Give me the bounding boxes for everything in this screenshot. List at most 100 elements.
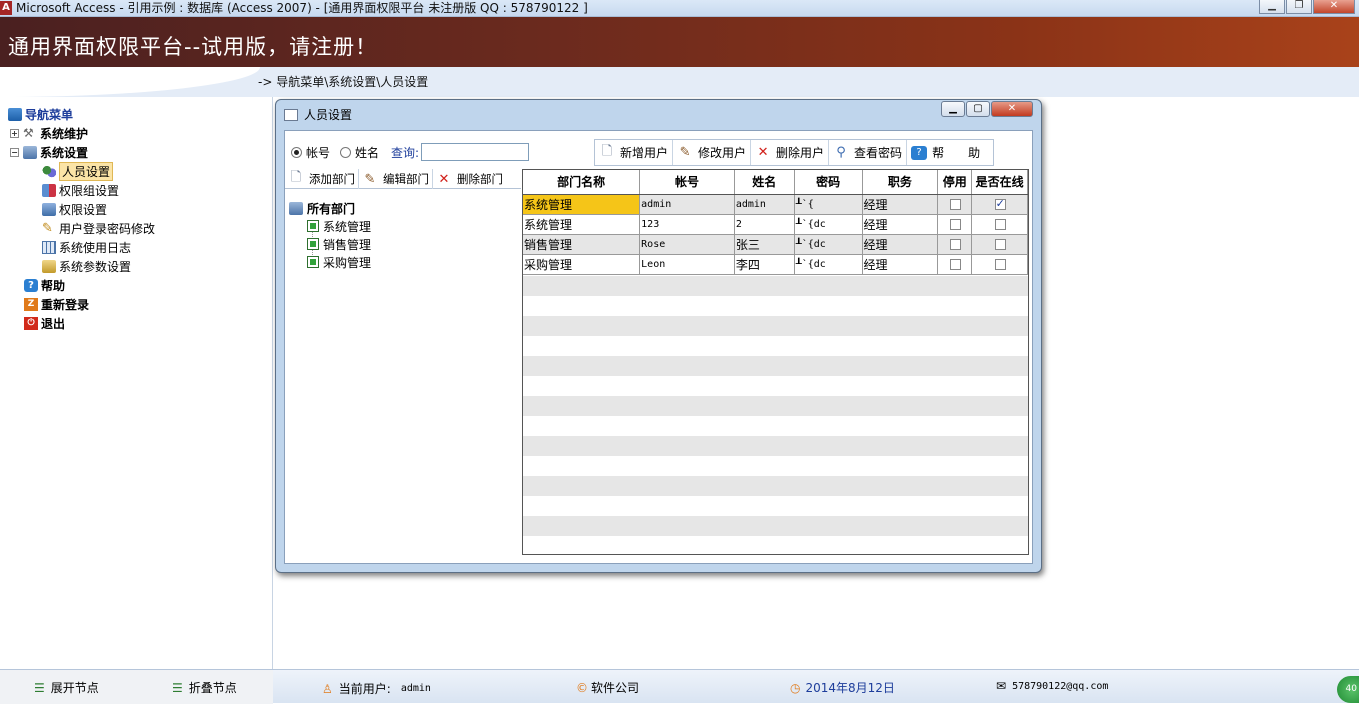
expand-nodes-button[interactable]: ☰ 展开节点 bbox=[34, 679, 99, 696]
tree-node-system[interactable]: 系统管理 bbox=[307, 217, 371, 235]
view-password-button[interactable]: ⚲ 查看密码 bbox=[829, 140, 908, 165]
tree-node-label: 销售管理 bbox=[323, 237, 372, 252]
cell-password[interactable]: ┸`{dc bbox=[794, 254, 863, 275]
nav-item-user-settings[interactable]: 人员设置 bbox=[42, 161, 114, 181]
cell-name[interactable]: 李四 bbox=[734, 254, 795, 275]
query-input[interactable] bbox=[421, 143, 530, 161]
dialog-minimize-button[interactable]: ▁ bbox=[941, 101, 965, 117]
table-row[interactable]: 销售管理 Rose 张三 ┸`{dc 经理 bbox=[523, 234, 1028, 255]
disabled-checkbox[interactable] bbox=[949, 219, 961, 230]
nav-item-usage-log[interactable]: 系统使用日志 bbox=[42, 238, 131, 256]
cell-title[interactable]: 经理 bbox=[862, 254, 939, 275]
table-row[interactable]: 采购管理 Leon 李四 ┸`{dc 经理 bbox=[523, 254, 1028, 275]
users-grid[interactable]: 部门名称 帐号 姓名 密码 职务 停用 是否在线 系统管理 admin admi… bbox=[522, 169, 1029, 555]
cell-title[interactable]: 经理 bbox=[862, 234, 939, 255]
edit-user-label: 修改用户 bbox=[698, 146, 747, 160]
minimize-button[interactable]: ▁ bbox=[1259, 0, 1285, 14]
online-checkbox[interactable] bbox=[994, 259, 1006, 270]
access-app-icon[interactable]: A bbox=[0, 1, 12, 15]
cell-dept[interactable]: 采购管理 bbox=[523, 254, 641, 275]
add-user-label: 新增用户 bbox=[620, 146, 669, 160]
cell-account[interactable]: admin bbox=[639, 194, 735, 215]
cell-name[interactable]: admin bbox=[734, 194, 795, 215]
table-row[interactable]: 系统管理 admin admin ┸`{ 经理 bbox=[523, 194, 1028, 215]
cell-title[interactable]: 经理 bbox=[862, 194, 939, 215]
column-header[interactable]: 密码 bbox=[794, 170, 863, 195]
pencil-icon: ✎ bbox=[42, 220, 53, 236]
cell-account[interactable]: 123 bbox=[639, 214, 735, 235]
cell-password[interactable]: ┸`{dc bbox=[794, 214, 863, 235]
cell-dept[interactable]: 系统管理 bbox=[523, 194, 641, 215]
cell-online bbox=[971, 194, 1028, 215]
cell-account[interactable]: Leon bbox=[639, 254, 735, 275]
new-document-icon: 🗋 bbox=[290, 170, 302, 185]
dialog-maximize-button[interactable]: ▢ bbox=[966, 101, 990, 117]
column-header[interactable]: 职务 bbox=[862, 170, 939, 195]
cell-dept[interactable]: 系统管理 bbox=[523, 214, 641, 235]
tree-node-sales[interactable]: 销售管理 bbox=[307, 235, 371, 253]
column-header[interactable]: 是否在线 bbox=[971, 170, 1028, 195]
cell-name[interactable]: 2 bbox=[734, 214, 795, 235]
nav-item-permission[interactable]: 权限设置 bbox=[42, 200, 107, 218]
database-icon bbox=[8, 107, 22, 121]
nav-item-help[interactable]: ? 帮助 bbox=[24, 276, 65, 294]
radio-name[interactable] bbox=[340, 146, 352, 158]
collapse-nodes-button[interactable]: ☰ 折叠节点 bbox=[172, 679, 237, 696]
nav-item-exit[interactable]: ⏻ 退出 bbox=[24, 314, 65, 332]
user-settings-dialog: 人员设置 ▁ ▢ ✕ 帐号 姓名 查询: 🗋 新增用户 ✎ 修改用户 ✕ 删除用… bbox=[275, 99, 1042, 573]
table-row[interactable]: 系统管理 123 2 ┸`{dc 经理 bbox=[523, 214, 1028, 235]
column-header[interactable]: 部门名称 bbox=[523, 170, 641, 195]
restore-button[interactable]: ❐ bbox=[1286, 0, 1312, 14]
edit-department-button[interactable]: ✎ 编辑部门 bbox=[359, 169, 433, 189]
delete-user-button[interactable]: ✕ 删除用户 bbox=[751, 140, 830, 165]
column-header[interactable]: 帐号 bbox=[639, 170, 735, 195]
cell-dept[interactable]: 销售管理 bbox=[523, 234, 641, 255]
collapse-toggle[interactable]: − bbox=[10, 147, 19, 157]
breadcrumb-decoration bbox=[0, 67, 260, 97]
nav-item-relogin[interactable]: Z 重新登录 bbox=[24, 295, 89, 313]
column-header[interactable]: 姓名 bbox=[734, 170, 795, 195]
permission-group-icon bbox=[42, 183, 56, 197]
edit-user-button[interactable]: ✎ 修改用户 bbox=[673, 140, 752, 165]
online-checkbox[interactable] bbox=[994, 239, 1006, 250]
tree-node-label: 系统管理 bbox=[323, 219, 372, 234]
cell-account[interactable]: Rose bbox=[639, 234, 735, 255]
expand-toggle[interactable]: + bbox=[10, 128, 19, 138]
add-department-button[interactable]: 🗋 添加部门 bbox=[285, 169, 359, 189]
online-checkbox[interactable] bbox=[994, 197, 1006, 210]
notification-badge[interactable]: 40 bbox=[1337, 676, 1359, 703]
nav-item-system-params[interactable]: 系统参数设置 bbox=[42, 257, 131, 275]
company-info: © 软件公司 bbox=[576, 679, 639, 696]
app-banner: 通用界面权限平台--试用版，请注册！ bbox=[0, 17, 1359, 67]
cell-password[interactable]: ┸`{dc bbox=[794, 234, 863, 255]
nav-item-system-settings[interactable]: − 系统设置 bbox=[10, 143, 88, 161]
breadcrumb: -> 导航菜单\系统设置\人员设置 bbox=[258, 75, 429, 89]
tree-root[interactable]: 所有部门 bbox=[289, 199, 355, 217]
tree-root-icon bbox=[289, 201, 303, 215]
dialog-close-button[interactable]: ✕ bbox=[991, 101, 1033, 117]
disabled-checkbox[interactable] bbox=[949, 199, 961, 210]
radio-account[interactable] bbox=[291, 146, 302, 158]
close-button[interactable]: ✕ bbox=[1313, 0, 1355, 14]
cell-password[interactable]: ┸`{ bbox=[794, 194, 863, 215]
cell-title[interactable]: 经理 bbox=[862, 214, 939, 235]
nav-item-system-maintenance[interactable]: + ⚒ 系统维护 bbox=[10, 124, 88, 142]
online-checkbox[interactable] bbox=[994, 219, 1006, 230]
banner-title: 通用界面权限平台--试用版，请注册！ bbox=[8, 35, 378, 59]
disabled-checkbox[interactable] bbox=[949, 259, 961, 270]
nav-item-label: 系统使用日志 bbox=[59, 240, 132, 255]
help-button[interactable]: ? 帮 助 bbox=[907, 140, 993, 165]
breadcrumb-bar: -> 导航菜单\系统设置\人员设置 bbox=[0, 67, 1359, 97]
disabled-checkbox[interactable] bbox=[949, 239, 961, 250]
add-user-button[interactable]: 🗋 新增用户 bbox=[595, 140, 674, 165]
tree-node-purchase[interactable]: 采购管理 bbox=[307, 253, 371, 271]
nav-root[interactable]: 导航菜单 bbox=[8, 105, 73, 123]
nav-item-permission-group[interactable]: 权限组设置 bbox=[42, 181, 119, 199]
column-header[interactable]: 停用 bbox=[937, 170, 973, 195]
nav-item-password-change[interactable]: ✎ 用户登录密码修改 bbox=[42, 219, 155, 237]
dialog-controls: ▁ ▢ ✕ bbox=[941, 101, 1033, 117]
delete-department-button[interactable]: ✕ 删除部门 bbox=[433, 169, 506, 189]
collapse-nodes-label: 折叠节点 bbox=[188, 681, 237, 695]
form-icon bbox=[284, 108, 298, 121]
cell-name[interactable]: 张三 bbox=[734, 234, 795, 255]
